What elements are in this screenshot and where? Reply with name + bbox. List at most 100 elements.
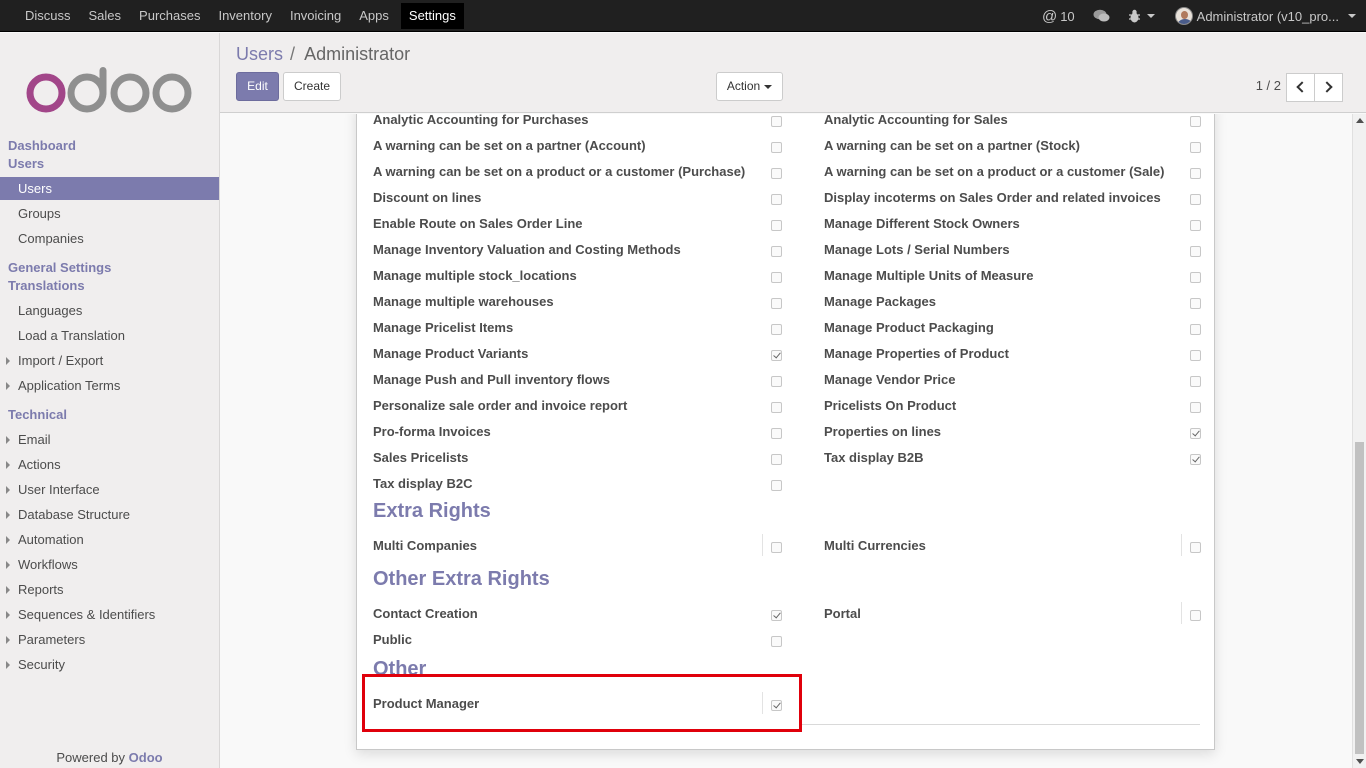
access-right-checkbox[interactable] — [1190, 272, 1201, 283]
access-right-checkbox[interactable] — [771, 480, 782, 491]
access-right-row: Personalize sale order and invoice repor… — [357, 391, 1216, 417]
access-right-checkbox[interactable] — [771, 428, 782, 439]
sidebar-item-workflows[interactable]: Workflows — [0, 553, 219, 576]
scroll-up-icon[interactable] — [1356, 118, 1364, 123]
sidebar-item-user-interface[interactable]: User Interface — [0, 478, 219, 501]
access-right-checkbox[interactable] — [1190, 298, 1201, 309]
debug-button[interactable] — [1128, 9, 1155, 23]
breadcrumb-users-link[interactable]: Users — [236, 44, 283, 64]
sidebar-item-automation[interactable]: Automation — [0, 528, 219, 551]
access-right-checkbox[interactable] — [771, 376, 782, 387]
access-right-checkbox[interactable] — [1190, 402, 1201, 413]
portal-checkbox[interactable] — [1190, 610, 1201, 621]
menu-apps[interactable]: Apps — [350, 0, 398, 32]
menu-settings[interactable]: Settings — [400, 3, 464, 29]
sidebar-item-application-terms[interactable]: Application Terms — [0, 374, 219, 397]
sidebar-item-database-structure[interactable]: Database Structure — [0, 503, 219, 526]
sidebar-item-companies[interactable]: Companies — [0, 227, 219, 250]
multi-currencies-checkbox[interactable] — [1190, 542, 1201, 553]
access-right-checkbox[interactable] — [1190, 454, 1201, 465]
menu-inventory[interactable]: Inventory — [209, 0, 280, 32]
pager-previous-button[interactable] — [1286, 73, 1315, 102]
menu-discuss[interactable]: Discuss — [16, 0, 80, 32]
access-right-checkbox[interactable] — [1190, 350, 1201, 361]
other-extra-rights-row: Public — [357, 625, 1216, 651]
access-right-checkbox[interactable] — [1190, 428, 1201, 439]
sidebar-item-security[interactable]: Security — [0, 653, 219, 676]
sidebar-section-technical[interactable]: Technical — [8, 407, 67, 422]
access-right-checkbox[interactable] — [1190, 246, 1201, 257]
access-right-checkbox[interactable] — [771, 246, 782, 257]
sidebar-section-general-settings[interactable]: General Settings — [8, 260, 111, 275]
systray: @ 10 Administrator (v10_pro... — [1028, 0, 1356, 32]
chat-button[interactable] — [1093, 9, 1110, 23]
access-right-checkbox[interactable] — [1190, 220, 1201, 231]
access-right-checkbox[interactable] — [1190, 142, 1201, 153]
divider — [762, 534, 763, 556]
sidebar-item-actions[interactable]: Actions — [0, 453, 219, 476]
access-right-checkbox[interactable] — [771, 324, 782, 335]
mentions-button[interactable]: @ 10 — [1042, 8, 1075, 25]
access-right-label: Analytic Accounting for Sales — [824, 114, 1008, 127]
sidebar-item-load-translation[interactable]: Load a Translation — [0, 324, 219, 347]
pager-next-button[interactable] — [1314, 73, 1343, 102]
menu-invoicing[interactable]: Invoicing — [281, 0, 350, 32]
access-right-checkbox[interactable] — [771, 194, 782, 205]
access-right-checkbox[interactable] — [1190, 376, 1201, 387]
menu-sales[interactable]: Sales — [80, 0, 131, 32]
menu-purchases[interactable]: Purchases — [130, 0, 209, 32]
sidebar-section-users[interactable]: Users — [8, 156, 44, 171]
access-right-checkbox[interactable] — [771, 168, 782, 179]
access-right-checkbox[interactable] — [1190, 324, 1201, 335]
access-right-checkbox[interactable] — [771, 402, 782, 413]
access-right-row: Manage Pricelist Items Manage Product Pac… — [357, 313, 1216, 339]
create-button[interactable]: Create — [283, 72, 341, 101]
odoo-logo[interactable] — [26, 67, 194, 116]
user-menu[interactable]: Administrator (v10_pro... — [1174, 7, 1356, 25]
scrollbar-thumb[interactable] — [1355, 442, 1364, 754]
public-label: Public — [373, 632, 413, 647]
action-dropdown[interactable]: Action — [716, 72, 783, 101]
comments-icon — [1093, 9, 1110, 22]
breadcrumb-current: Administrator — [304, 44, 411, 64]
sidebar-item-reports[interactable]: Reports — [0, 578, 219, 601]
access-right-checkbox[interactable] — [771, 454, 782, 465]
chevron-down-icon — [1348, 14, 1356, 18]
access-right-label: Display incoterms on Sales Order and rel… — [824, 190, 1161, 205]
access-right-checkbox[interactable] — [1190, 194, 1201, 205]
access-right-label: Discount on lines — [373, 190, 482, 205]
sidebar-item-sequences[interactable]: Sequences & Identifiers — [0, 603, 219, 626]
edit-button[interactable]: Edit — [236, 72, 279, 101]
access-right-checkbox[interactable] — [771, 350, 782, 361]
access-right-checkbox[interactable] — [1190, 168, 1201, 179]
contact-creation-checkbox[interactable] — [771, 610, 782, 621]
scrollbar[interactable] — [1352, 114, 1366, 768]
access-right-checkbox[interactable] — [771, 220, 782, 231]
sidebar-item-users[interactable]: Users — [0, 177, 219, 200]
access-right-label: Pro-forma Invoices — [373, 424, 491, 439]
access-right-checkbox[interactable] — [771, 272, 782, 283]
sidebar-item-languages[interactable]: Languages — [0, 299, 219, 322]
sidebar-section-dashboard[interactable]: Dashboard — [8, 138, 76, 153]
access-right-checkbox[interactable] — [771, 142, 782, 153]
access-right-row: Manage multiple stock_locations Manage Mu… — [357, 261, 1216, 287]
powered-by-brand[interactable]: Odoo — [129, 750, 163, 765]
sidebar-item-parameters[interactable]: Parameters — [0, 628, 219, 651]
sidebar-item-import-export[interactable]: Import / Export — [0, 349, 219, 372]
access-right-checkbox[interactable] — [771, 116, 782, 127]
sidebar-item-groups[interactable]: Groups — [0, 202, 219, 225]
access-right-label: Sales Pricelists — [373, 450, 469, 465]
scroll-down-icon[interactable] — [1356, 759, 1364, 764]
public-checkbox[interactable] — [771, 636, 782, 647]
access-right-label: A warning can be set on a partner (Accou… — [373, 138, 646, 153]
access-right-row: Sales Pricelists Tax display B2B — [357, 443, 1216, 469]
access-right-row: Discount on lines Display incoterms on Sa… — [357, 183, 1216, 209]
multi-companies-checkbox[interactable] — [771, 542, 782, 553]
messages-count: 10 — [1060, 8, 1075, 24]
extra-rights-title: Extra Rights — [373, 500, 491, 522]
sidebar-item-email[interactable]: Email — [0, 428, 219, 451]
access-right-label: Personalize sale order and invoice repor… — [373, 398, 628, 413]
sidebar-section-translations[interactable]: Translations — [8, 278, 85, 293]
access-right-checkbox[interactable] — [771, 298, 782, 309]
access-right-checkbox[interactable] — [1190, 116, 1201, 127]
